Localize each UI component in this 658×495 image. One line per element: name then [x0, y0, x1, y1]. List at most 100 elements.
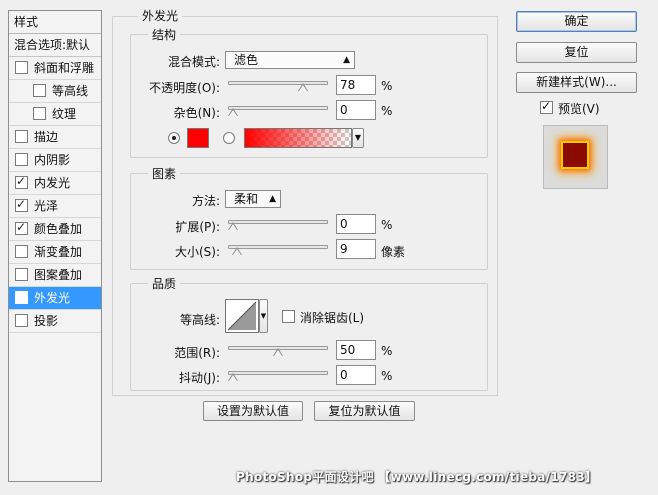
- noise-input[interactable]: 0: [336, 100, 376, 120]
- style-item[interactable]: 图案叠加: [9, 264, 101, 287]
- check-icon: ✓: [16, 174, 27, 188]
- blend-options-item[interactable]: 混合选项:默认: [9, 34, 101, 57]
- noise-slider[interactable]: [228, 106, 328, 110]
- style-item[interactable]: 等高线: [9, 80, 101, 103]
- style-item[interactable]: ✓ 光泽: [9, 195, 101, 218]
- blend-mode-select[interactable]: 滤色 ▲: [225, 51, 355, 69]
- dropdown-arrow-icon: ▼: [260, 312, 267, 320]
- style-list-header: 样式: [9, 11, 101, 34]
- style-checkbox[interactable]: ✓: [15, 174, 28, 189]
- style-checkbox[interactable]: [33, 107, 46, 120]
- preview-label: 预览(V): [558, 102, 600, 116]
- contour-label: 等高线:: [179, 313, 220, 327]
- jitter-slider[interactable]: [228, 371, 328, 375]
- size-slider-thumb[interactable]: [231, 247, 242, 255]
- style-checkbox[interactable]: [15, 314, 28, 327]
- style-item[interactable]: ✓ 外发光: [9, 287, 101, 310]
- style-item-label: 渐变叠加: [34, 245, 83, 259]
- outer-glow-title: 外发光: [138, 7, 183, 24]
- style-item-label: 描边: [34, 130, 59, 144]
- reset-button[interactable]: 复位: [516, 42, 637, 63]
- size-unit: 像素: [381, 245, 406, 259]
- noise-label: 杂色(N):: [173, 106, 220, 120]
- gradient-dropdown-button[interactable]: ▼: [352, 128, 364, 148]
- contour-picker[interactable]: [225, 299, 259, 333]
- style-list-panel: 样式 混合选项:默认 斜面和浮雕 等高线 纹理 描边 内阴影 ✓ 内发光 ✓ 光泽 ✓ 颜色叠加 渐变…: [8, 10, 102, 482]
- blend-mode-label: 混合模式:: [167, 55, 220, 69]
- jitter-label: 抖动(J):: [179, 371, 220, 385]
- preview-checkbox[interactable]: ✓: [540, 99, 553, 114]
- updown-arrow-icon: ▲: [343, 55, 350, 65]
- style-item[interactable]: 投影: [9, 310, 101, 333]
- style-checkbox[interactable]: [33, 84, 46, 97]
- jitter-unit: %: [381, 369, 393, 383]
- style-item[interactable]: ✓ 内发光: [9, 172, 101, 195]
- solid-color-radio[interactable]: [168, 132, 180, 144]
- size-slider[interactable]: [228, 245, 328, 249]
- style-item[interactable]: 纹理: [9, 103, 101, 126]
- new-style-button[interactable]: 新建样式(W)...: [516, 72, 637, 93]
- preview-thumbnail: [543, 125, 608, 189]
- jitter-slider-thumb[interactable]: [228, 373, 238, 381]
- contour-linear-icon: [227, 301, 257, 331]
- style-item-label: 外发光: [34, 291, 71, 305]
- style-item-label: 内阴影: [34, 153, 71, 167]
- style-item-label: 图案叠加: [34, 268, 83, 282]
- style-item[interactable]: 描边: [9, 126, 101, 149]
- style-checkbox[interactable]: [15, 268, 28, 281]
- style-item[interactable]: 渐变叠加: [9, 241, 101, 264]
- style-item[interactable]: 内阴影: [9, 149, 101, 172]
- style-item-label: 投影: [34, 314, 59, 328]
- style-checkbox[interactable]: ✓: [15, 289, 28, 304]
- set-default-button[interactable]: 设置为默认值: [203, 401, 303, 421]
- style-checkbox[interactable]: [15, 153, 28, 166]
- quality-title: 品质: [148, 275, 181, 292]
- opacity-input[interactable]: 78: [336, 75, 376, 95]
- spread-label: 扩展(P):: [175, 220, 220, 234]
- jitter-input[interactable]: 0: [336, 365, 376, 385]
- contour-dropdown-button[interactable]: ▼: [259, 299, 268, 333]
- gradient-swatch[interactable]: [244, 128, 352, 148]
- style-checkbox[interactable]: [15, 245, 28, 258]
- structure-title: 结构: [148, 26, 181, 43]
- style-checkbox[interactable]: [15, 61, 28, 74]
- opacity-slider-thumb[interactable]: [298, 83, 309, 91]
- opacity-label: 不透明度(O):: [149, 81, 220, 95]
- style-item-label: 颜色叠加: [34, 222, 83, 236]
- opacity-unit: %: [381, 79, 393, 93]
- style-item-label: 等高线: [52, 84, 89, 98]
- spread-input[interactable]: 0: [336, 214, 376, 234]
- antialias-checkbox[interactable]: [282, 310, 295, 323]
- range-slider-thumb[interactable]: [273, 348, 283, 356]
- blend-mode-value: 滤色: [234, 53, 259, 67]
- dropdown-arrow-icon: ▼: [354, 133, 362, 142]
- spread-slider[interactable]: [228, 220, 328, 224]
- check-icon: ✓: [16, 289, 27, 303]
- updown-arrow-icon: ▲: [269, 194, 276, 204]
- noise-slider-thumb[interactable]: [228, 108, 238, 116]
- reset-default-button[interactable]: 复位为默认值: [314, 401, 415, 421]
- style-checkbox[interactable]: ✓: [15, 220, 28, 235]
- style-item[interactable]: 斜面和浮雕: [9, 57, 101, 80]
- size-input[interactable]: 9: [336, 239, 376, 259]
- style-checkbox[interactable]: [15, 130, 28, 143]
- method-label: 方法:: [191, 194, 220, 208]
- style-checkbox[interactable]: ✓: [15, 197, 28, 212]
- watermark-text: PhotoShop平面设计吧 【www.linecg.com/tieba/178…: [236, 470, 598, 484]
- check-icon: ✓: [541, 99, 552, 113]
- style-items: 斜面和浮雕 等高线 纹理 描边 内阴影 ✓ 内发光 ✓ 光泽 ✓ 颜色叠加 渐变叠加 图案叠加 ✓ 外发光投…: [9, 57, 101, 333]
- preview-glow-square: [563, 143, 587, 167]
- spread-unit: %: [381, 218, 393, 232]
- style-item[interactable]: ✓ 颜色叠加: [9, 218, 101, 241]
- method-select[interactable]: 柔和 ▲: [225, 190, 281, 208]
- check-icon: ✓: [16, 197, 27, 211]
- gradient-radio[interactable]: [223, 132, 235, 144]
- spread-slider-thumb[interactable]: [228, 222, 238, 230]
- range-input[interactable]: 50: [336, 340, 376, 360]
- style-item-label: 光泽: [34, 199, 59, 213]
- opacity-slider[interactable]: [228, 81, 328, 85]
- size-label: 大小(S):: [174, 245, 220, 259]
- glow-color-swatch[interactable]: [187, 128, 209, 148]
- ok-button[interactable]: 确定: [516, 11, 637, 32]
- range-label: 范围(R):: [174, 346, 220, 360]
